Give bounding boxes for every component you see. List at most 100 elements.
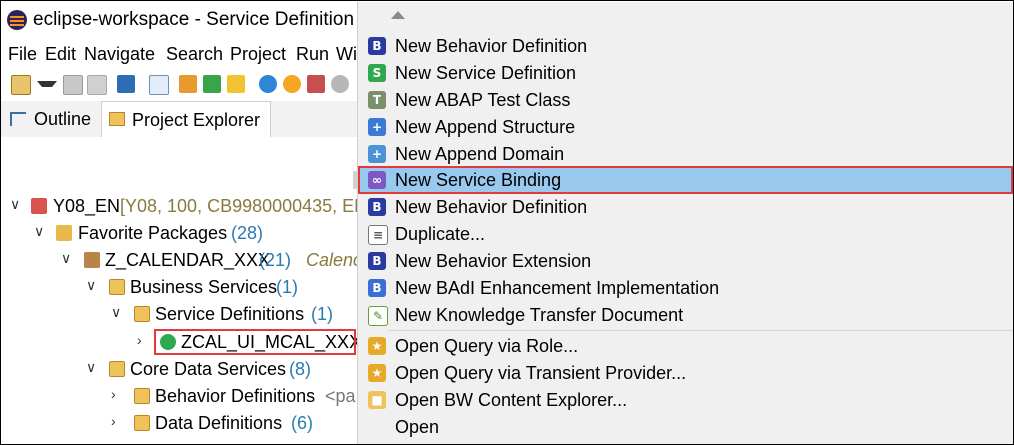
menu-item-duplicate[interactable]: ≡ Duplicate... xyxy=(358,221,1013,248)
business-services-label: Business Services xyxy=(130,277,278,297)
service-definition-icon: S xyxy=(368,64,386,82)
tree-row-service-definitions[interactable]: ∨ Service Definitions (1) xyxy=(1,302,357,329)
context-menu: B New Behavior Definition S New Service … xyxy=(357,2,1013,444)
sun-icon[interactable] xyxy=(283,75,301,93)
menu-item-new-behavior-extension[interactable]: B New Behavior Extension xyxy=(358,248,1013,275)
tree-row-behavior-definitions[interactable]: › Behavior Definitions <pa xyxy=(1,384,357,411)
collapsed-chevron-icon[interactable]: › xyxy=(111,413,116,429)
menu-item-label: New Service Definition xyxy=(395,63,577,83)
menu-item-new-behavior-definition-2[interactable]: B New Behavior Definition xyxy=(358,194,1013,221)
menu-item-new-behavior-definition[interactable]: B New Behavior Definition xyxy=(358,33,1013,60)
append-structure-icon: + xyxy=(368,118,386,136)
outline-icon xyxy=(10,112,26,126)
menu-edit[interactable]: Edit xyxy=(45,44,76,65)
project-meta: [Y08, 100, CB9980000435, EN xyxy=(120,196,368,216)
eclipse-logo-icon xyxy=(7,10,27,30)
link-icon[interactable] xyxy=(149,75,169,95)
menu-item-new-append-domain[interactable]: + New Append Domain xyxy=(358,141,1013,168)
duplicate-icon: ≡ xyxy=(368,225,388,245)
refresh-icon[interactable] xyxy=(331,75,349,93)
tab-project-explorer[interactable]: Project Explorer xyxy=(101,101,271,138)
menu-separator xyxy=(388,330,1013,331)
knowledge-transfer-icon: ✎ xyxy=(368,306,388,326)
query-transient-icon: ★ xyxy=(368,364,386,382)
tab-project-explorer-label: Project Explorer xyxy=(132,110,261,130)
menu-item-new-abap-test-class[interactable]: T New ABAP Test Class xyxy=(358,87,1013,114)
expanded-chevron-icon[interactable]: ∨ xyxy=(86,277,96,294)
package-description: Calenc xyxy=(306,250,363,270)
service-definitions-label: Service Definitions xyxy=(155,304,305,324)
package-icon xyxy=(84,252,100,268)
menu-item-open-query-via-role[interactable]: ★ Open Query via Role... xyxy=(358,333,1013,360)
badi-icon: B xyxy=(368,279,386,297)
menu-item-new-badi-enhancement[interactable]: B New BAdI Enhancement Implementation xyxy=(358,275,1013,302)
project-name: Y08_EN xyxy=(53,196,121,216)
save-icon[interactable] xyxy=(63,75,83,95)
data-definitions-label: Data Definitions xyxy=(155,413,283,433)
menu-item-label: New Append Domain xyxy=(395,144,565,164)
query-role-icon: ★ xyxy=(368,337,386,355)
save-all-icon[interactable] xyxy=(87,75,107,95)
scroll-up-icon[interactable] xyxy=(391,11,405,19)
open-type-icon[interactable] xyxy=(179,75,197,93)
menu-item-label: Open Query via Transient Provider... xyxy=(395,363,687,383)
menu-item-open-bw-content-explorer[interactable]: ■ Open BW Content Explorer... xyxy=(358,387,1013,414)
tree-row-data-definitions[interactable]: › Data Definitions (6) xyxy=(1,411,357,438)
tree-row-package[interactable]: ∨ Z_CALENDAR_XXX (21) Calenc xyxy=(1,248,362,275)
menu-item-open[interactable]: Open xyxy=(358,414,1013,441)
menu-item-label: New Behavior Extension xyxy=(395,251,592,271)
dropdown-arrow-icon[interactable] xyxy=(37,81,57,87)
behavior-definitions-meta: <pa xyxy=(325,386,356,406)
behavior-definitions-label: Behavior Definitions xyxy=(155,386,316,406)
expanded-chevron-icon[interactable]: ∨ xyxy=(10,196,20,213)
check-icon[interactable] xyxy=(259,75,277,93)
tab-outline-label: Outline xyxy=(34,109,92,129)
menu-project[interactable]: Project xyxy=(230,44,286,65)
menu-search[interactable]: Search xyxy=(166,44,223,65)
new-wizard-icon[interactable] xyxy=(11,75,31,95)
service-definitions-count: (1) xyxy=(311,304,333,324)
business-services-count: (1) xyxy=(276,277,298,297)
tree-row-favorites[interactable]: ∨ Favorite Packages (28) xyxy=(1,221,357,248)
menu-item-label: Open Query via Role... xyxy=(395,336,579,356)
run-icon[interactable] xyxy=(203,75,221,93)
behavior-definition-icon: B xyxy=(368,198,386,216)
behavior-definition-icon: B xyxy=(368,37,386,55)
menu-item-open-query-via-transient-provider[interactable]: ★ Open Query via Transient Provider... xyxy=(358,360,1013,387)
transport-icon[interactable] xyxy=(307,75,325,93)
expanded-chevron-icon[interactable]: ∨ xyxy=(111,304,121,321)
collapsed-chevron-icon[interactable]: › xyxy=(111,386,116,402)
screen: eclipse-workspace - Service Definition Z… xyxy=(0,0,1014,445)
expanded-chevron-icon[interactable]: ∨ xyxy=(86,359,96,376)
folder-icon xyxy=(109,112,125,126)
menu-file[interactable]: File xyxy=(8,44,37,65)
menu-navigate[interactable]: Navigate xyxy=(84,44,155,65)
menu-item-label: New Knowledge Transfer Document xyxy=(395,305,684,325)
menu-item-label: Duplicate... xyxy=(395,224,486,244)
menu-item-new-knowledge-transfer-document[interactable]: ✎ New Knowledge Transfer Document xyxy=(358,302,1013,329)
folder-icon xyxy=(109,279,125,295)
console-icon[interactable] xyxy=(117,75,135,93)
collapsed-chevron-icon[interactable]: › xyxy=(137,332,142,348)
bw-content-icon: ■ xyxy=(368,391,386,409)
tree-row-project[interactable]: ∨ Y08_EN [Y08, 100, CB9980000435, EN xyxy=(1,194,367,221)
tree-row-business-services[interactable]: ∨ Business Services (1) xyxy=(1,275,357,302)
tree-row-core-data-services[interactable]: ∨ Core Data Services (8) xyxy=(1,357,357,384)
menu-item-new-service-definition[interactable]: S New Service Definition xyxy=(358,60,1013,87)
menu-run[interactable]: Run xyxy=(296,44,329,65)
tab-outline[interactable]: Outline xyxy=(1,101,101,137)
append-domain-icon: + xyxy=(368,145,386,163)
expanded-chevron-icon[interactable]: ∨ xyxy=(34,223,44,240)
menu-item-label: New ABAP Test Class xyxy=(395,90,571,110)
menu-window[interactable]: Wi xyxy=(336,44,357,65)
behavior-extension-icon: B xyxy=(368,252,386,270)
package-count: (21) xyxy=(259,250,292,270)
core-data-services-label: Core Data Services xyxy=(130,359,287,379)
folder-icon xyxy=(134,415,150,431)
activate-icon[interactable] xyxy=(227,75,245,93)
expanded-chevron-icon[interactable]: ∨ xyxy=(61,250,71,267)
menu-item-highlight xyxy=(358,166,1013,194)
menu-item-label: Open BW Content Explorer... xyxy=(395,390,628,410)
menu-item-new-append-structure[interactable]: + New Append Structure xyxy=(358,114,1013,141)
test-class-icon: T xyxy=(368,91,386,109)
